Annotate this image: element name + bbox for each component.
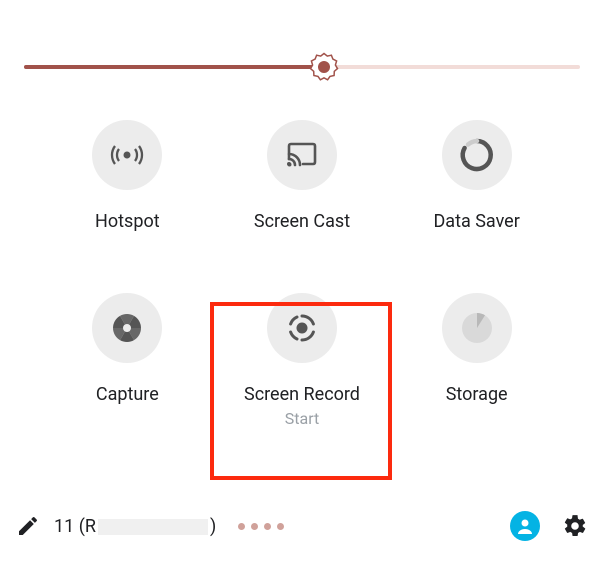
bottom-bar: 11 (R) — [16, 509, 588, 543]
tile-label: Capture — [96, 383, 159, 406]
page-dot — [251, 523, 258, 530]
cast-icon — [267, 120, 337, 190]
tile-hotspot[interactable]: Hotspot — [40, 120, 215, 233]
brightness-thumb[interactable] — [309, 52, 339, 82]
tile-data-saver[interactable]: Data Saver — [389, 120, 564, 233]
redacted-text — [98, 519, 208, 535]
page-indicator-dots — [238, 523, 284, 530]
tile-storage[interactable]: Storage — [389, 293, 564, 427]
storage-icon — [442, 293, 512, 363]
page-dot — [238, 523, 245, 530]
tile-screen-cast[interactable]: Screen Cast — [215, 120, 390, 233]
tile-label: Screen Record — [244, 383, 360, 406]
tile-screen-record[interactable]: Screen Record Start — [215, 293, 390, 427]
slider-fill — [24, 65, 324, 69]
quick-settings-grid: Hotspot Screen Cast Data Sav — [40, 120, 564, 428]
page-dot — [264, 523, 271, 530]
build-suffix: ) — [210, 516, 216, 537]
build-text: 11 (R) — [54, 516, 216, 537]
tile-label: Screen Cast — [254, 210, 350, 233]
page-dot — [277, 523, 284, 530]
tile-capture[interactable]: Capture — [40, 293, 215, 427]
user-button[interactable] — [510, 511, 540, 541]
record-icon — [267, 293, 337, 363]
tile-sublabel: Start — [285, 409, 319, 428]
settings-button[interactable] — [562, 513, 588, 539]
tile-label: Hotspot — [95, 210, 160, 233]
datasaver-icon — [442, 120, 512, 190]
edit-button[interactable] — [16, 514, 40, 538]
capture-icon — [92, 293, 162, 363]
tile-label: Storage — [446, 383, 508, 406]
brightness-slider[interactable] — [24, 52, 580, 82]
build-prefix: 11 (R — [54, 516, 96, 537]
tile-label: Data Saver — [433, 210, 519, 233]
hotspot-icon — [92, 120, 162, 190]
